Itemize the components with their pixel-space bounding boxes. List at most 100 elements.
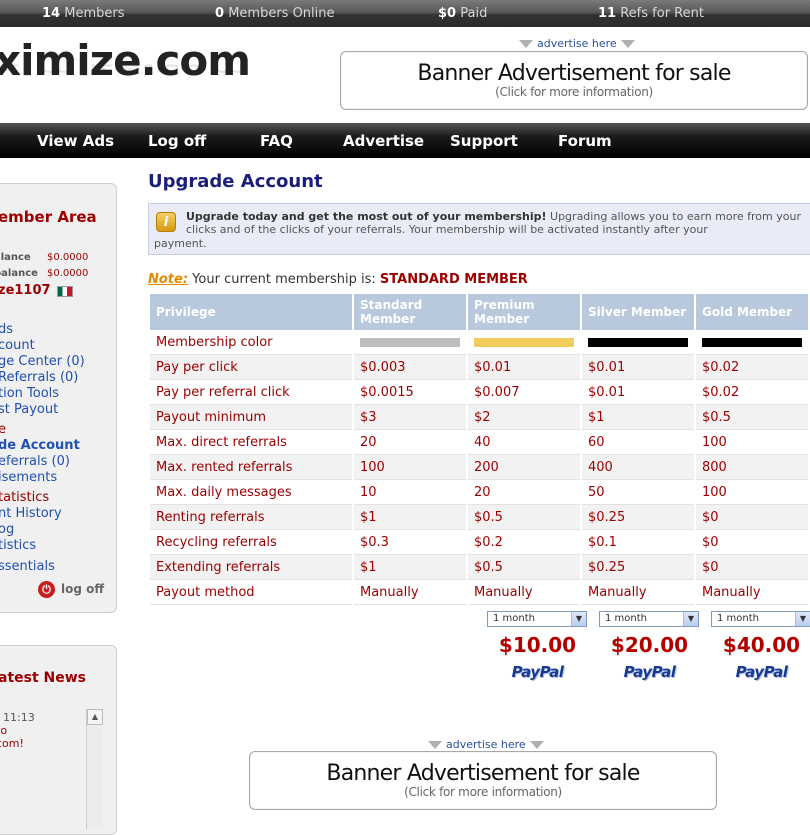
info-box: i Upgrade today and get the most out of … (148, 203, 810, 255)
power-icon[interactable]: ⏻ (38, 581, 55, 598)
table-cell: $0.01 (582, 355, 694, 380)
membership-comparison-table: Privilege Standard Member Premium Member… (148, 294, 810, 605)
table-row: Max. rented referrals 100 200 400 800 (150, 455, 808, 480)
sidebar-link-log[interactable]: og (0, 522, 14, 537)
duration-select[interactable]: 1 month ▼ (599, 611, 699, 627)
banner-ad[interactable]: Banner Advertisement for sale (Click for… (340, 51, 808, 110)
price: $40.00 (722, 633, 801, 657)
news-date: , 11:13 (0, 711, 35, 724)
table-row: Extending referrals $1 $0.5 $0.25 $0 (150, 555, 808, 580)
sidebar-link-statistics[interactable]: tatistics (0, 490, 49, 505)
table-cell: Manually (696, 580, 808, 605)
nav-support[interactable]: Support (450, 132, 518, 150)
color-cell (468, 330, 580, 355)
banner-subtitle: (Click for more information) (495, 85, 653, 99)
banner-ad-bottom[interactable]: Banner Advertisement for sale (Click for… (249, 751, 717, 810)
nav-faq[interactable]: FAQ (260, 132, 293, 150)
triangle-down-icon (428, 741, 442, 749)
sidebar-link-rent-referrals[interactable]: eferrals (0) (0, 454, 70, 469)
info-text: Upgrade today and get the most out of yo… (186, 210, 801, 236)
purchase-premium: 1 month ▼ $10.00 PayPal (487, 611, 588, 681)
logoff-link[interactable]: log off (61, 582, 104, 596)
color-cell (582, 330, 694, 355)
advertise-here-link[interactable]: advertise here (515, 37, 639, 50)
nav-view-ads[interactable]: View Ads (37, 132, 114, 150)
stats-bar: 14 Members 0 Members Online $0 Paid 11 R… (0, 0, 810, 27)
balance-row: balance$0.0000 (0, 268, 89, 279)
sidebar-link-payment-history[interactable]: nt History (0, 506, 62, 521)
table-cell: $0.0015 (354, 380, 466, 405)
col-header-silver: Silver Member (582, 294, 694, 330)
row-label: Extending referrals (150, 555, 352, 580)
table-row: Membership color (150, 330, 808, 355)
table-cell: Manually (354, 580, 466, 605)
logo-reflection: ximize.com (0, 60, 251, 78)
chevron-down-icon: ▼ (571, 612, 586, 626)
color-cell (696, 330, 808, 355)
sidebar-link-e[interactable]: e (0, 422, 6, 437)
paypal-button[interactable]: PayPal (711, 663, 810, 681)
nav-forum[interactable]: Forum (558, 132, 612, 150)
nav-log-off[interactable]: Log off (148, 132, 206, 150)
duration-select[interactable]: 1 month ▼ (711, 611, 810, 627)
sidebar-link-message-center[interactable]: ge Center (0) (0, 354, 85, 369)
table-cell: $0 (696, 555, 808, 580)
nav-advertise[interactable]: Advertise (343, 132, 424, 150)
col-header-gold: Gold Member (696, 294, 808, 330)
table-cell: $1 (582, 405, 694, 430)
paypal-button[interactable]: PayPal (599, 663, 700, 681)
sidebar-link-statistics-2[interactable]: tistics (0, 538, 36, 553)
col-header-privilege: Privilege (150, 294, 352, 330)
table-cell: 100 (696, 480, 808, 505)
sidebar-link-request-payout[interactable]: st Payout (0, 402, 58, 417)
triangle-down-icon (529, 741, 544, 749)
row-label: Max. direct referrals (150, 430, 352, 455)
table-cell: 20 (354, 430, 466, 455)
stat-paid: $0 Paid (438, 6, 488, 21)
membership-color-swatch (474, 337, 574, 347)
chevron-down-icon: ▼ (683, 612, 698, 626)
table-row: Payout minimum $3 $2 $1 $0.5 (150, 405, 808, 430)
color-cell (354, 330, 466, 355)
col-header-standard: Standard Member (354, 294, 466, 330)
advertise-here-link[interactable]: advertise here (424, 738, 548, 751)
row-label: Max. rented referrals (150, 455, 352, 480)
sidebar-link-advertisements[interactable]: isements (0, 470, 57, 485)
news-text[interactable]: to (0, 724, 7, 737)
table-row: Renting referrals $1 $0.5 $0.25 $0 (150, 505, 808, 530)
table-cell: $0.02 (696, 380, 808, 405)
table-cell: 50 (582, 480, 694, 505)
sidebar-link-promotion-tools[interactable]: tion Tools (0, 386, 59, 401)
sidebar-link-essentials[interactable]: ssentials (0, 559, 55, 574)
table-cell: $0.25 (582, 555, 694, 580)
table-cell: $3 (354, 405, 466, 430)
table-cell: $1 (354, 505, 466, 530)
table-cell: $0.5 (468, 505, 580, 530)
sidebar-link-referrals[interactable]: Referrals (0) (0, 370, 78, 385)
sidebar-link-account[interactable]: count (0, 338, 35, 353)
row-label: Membership color (150, 330, 352, 355)
table-cell: $2 (468, 405, 580, 430)
news-title: atest News (0, 670, 87, 686)
table-cell: $0.1 (582, 530, 694, 555)
table-cell: $0.5 (696, 405, 808, 430)
purchase-silver: 1 month ▼ $20.00 PayPal (599, 611, 700, 681)
table-cell: Manually (582, 580, 694, 605)
stat-online: 0 Members Online (215, 6, 335, 21)
duration-select[interactable]: 1 month ▼ (487, 611, 587, 627)
scroll-up-icon[interactable]: ▲ (87, 709, 103, 725)
paypal-button[interactable]: PayPal (487, 663, 588, 681)
row-label: Pay per click (150, 355, 352, 380)
member-area-title: ember Area (0, 208, 97, 226)
table-row: Payout method Manually Manually Manually Man… (150, 580, 808, 605)
membership-color-swatch (702, 337, 802, 347)
news-text[interactable]: com! (0, 737, 24, 750)
sidebar-link-upgrade-account[interactable]: de Account (0, 438, 80, 453)
row-label: Recycling referrals (150, 530, 352, 555)
table-row: Pay per click $0.003 $0.01 $0.01 $0.02 (150, 355, 808, 380)
sidebar-link-ads[interactable]: ds (0, 322, 13, 337)
stat-refs: 11 Refs for Rent (598, 6, 704, 21)
table-row: Recycling referrals $0.3 $0.2 $0.1 $0 (150, 530, 808, 555)
news-scrollbar[interactable]: ▲ (86, 709, 103, 829)
row-label: Renting referrals (150, 505, 352, 530)
